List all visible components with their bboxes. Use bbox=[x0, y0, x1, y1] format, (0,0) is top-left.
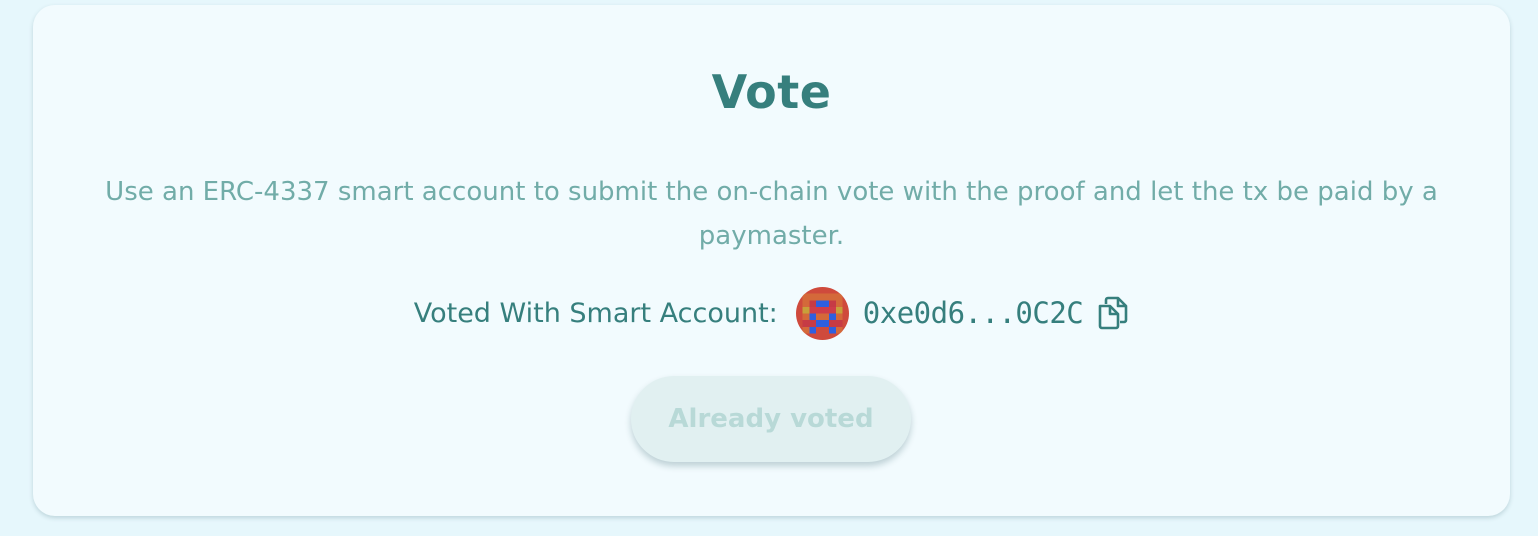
identicon-avatar bbox=[795, 286, 849, 340]
vote-card: Vote Use an ERC-4337 smart account to su… bbox=[33, 5, 1510, 516]
card-title: Vote bbox=[711, 65, 832, 119]
already-voted-button[interactable]: Already voted bbox=[631, 376, 911, 462]
vote-description: Use an ERC-4337 smart account to submit … bbox=[105, 177, 1438, 251]
smart-account-label: Voted With Smart Account: bbox=[413, 297, 778, 329]
smart-account-row: Voted With Smart Account: 0xe0d6...0C2C bbox=[33, 285, 1510, 341]
smart-account-address: 0xe0d6...0C2C bbox=[862, 296, 1084, 330]
copy-icon[interactable] bbox=[1095, 295, 1129, 331]
